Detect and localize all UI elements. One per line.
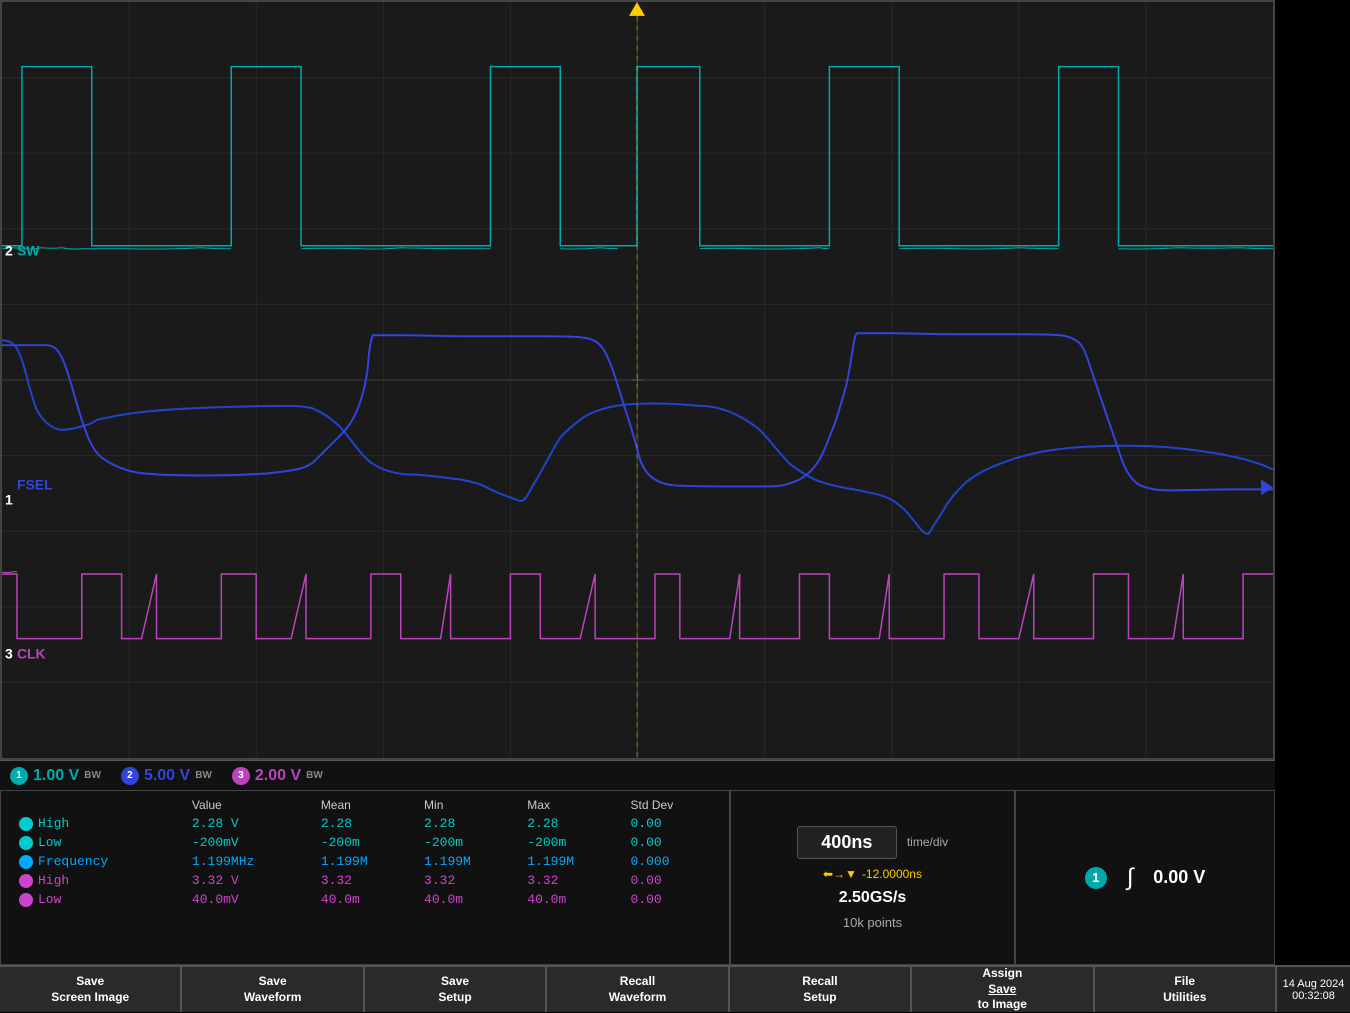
integral-symbol: ∫ xyxy=(1127,864,1134,892)
time-per-div: 400ns xyxy=(797,826,897,859)
ch1-circle: 1 xyxy=(10,767,28,785)
measurement-row: High2.28 V2.282.282.280.00 xyxy=(11,814,719,833)
ch1-volt: 1 1.00 V BW xyxy=(10,767,101,785)
ch2-circle: 2 xyxy=(121,767,139,785)
col-header-value: Value xyxy=(184,796,313,814)
meas-min: 40.0m xyxy=(416,890,519,909)
meas-row-label: High xyxy=(11,814,184,833)
meas-max: -200m xyxy=(519,833,622,852)
svg-text:SW: SW xyxy=(17,243,40,259)
recall-setup-button[interactable]: Recall Setup xyxy=(730,967,912,1012)
timebase-label: time/div xyxy=(907,835,948,849)
save-waveform-button[interactable]: Save Waveform xyxy=(182,967,364,1012)
meas-std: 0.00 xyxy=(623,833,719,852)
right-meas-symbol: ∫ xyxy=(1127,864,1134,892)
ch3-bw: BW xyxy=(306,770,323,781)
meas-value: 1.199MHz xyxy=(184,852,313,871)
time-display: 00:32:08 xyxy=(1292,990,1335,1002)
measurements-panel: Value Mean Min Max Std Dev High2.28 V2.2… xyxy=(0,790,730,965)
svg-text:3: 3 xyxy=(5,646,13,662)
measurement-row: High3.32 V3.323.323.320.00 xyxy=(11,871,719,890)
right-value: 0.00 V xyxy=(1153,867,1205,888)
meas-min: -200m xyxy=(416,833,519,852)
meas-min: 3.32 xyxy=(416,871,519,890)
ch3-circle: 3 xyxy=(232,767,250,785)
meas-std: 0.00 xyxy=(623,871,719,890)
col-header-label xyxy=(11,796,184,814)
meas-std: 0.00 xyxy=(623,890,719,909)
meas-std: 0.00 xyxy=(623,814,719,833)
right-meas-panel: 1 ∫ 0.00 V xyxy=(1015,790,1275,965)
meas-min: 2.28 xyxy=(416,814,519,833)
points-label: 10k points xyxy=(843,915,902,930)
measurement-row: Low40.0mV40.0m40.0m40.0m0.00 xyxy=(11,890,719,909)
col-header-min: Min xyxy=(416,796,519,814)
measurement-row: Low-200mV-200m-200m-200m0.00 xyxy=(11,833,719,852)
ch3-volt: 3 2.00 V BW xyxy=(232,767,323,785)
ch2-voltage: 5.00 V xyxy=(144,767,190,785)
meas-min: 1.199M xyxy=(416,852,519,871)
scope-screen: SW 2 FSEL 1 CLK 3 xyxy=(0,0,1275,760)
right-meas-value: 0.00 V xyxy=(1153,867,1205,888)
measurements-table: Value Mean Min Max Std Dev High2.28 V2.2… xyxy=(11,796,719,909)
meas-mean: 3.32 xyxy=(313,871,416,890)
timebase-row1: 400ns time/div xyxy=(797,826,948,859)
svg-text:2: 2 xyxy=(5,243,13,259)
trigger-offset-val: -12.0000ns xyxy=(862,867,922,881)
save-setup-button[interactable]: Save Setup xyxy=(365,967,547,1012)
info-bar: 1 1.00 V BW 2 5.00 V BW 3 2.00 V BW xyxy=(0,760,1275,790)
meas-mean: -200m xyxy=(313,833,416,852)
button-bar: Save Screen Image Save Waveform Save Set… xyxy=(0,965,1275,1012)
meas-mean: 2.28 xyxy=(313,814,416,833)
svg-text:CLK: CLK xyxy=(17,646,46,662)
right-ch-circle: 1 xyxy=(1085,867,1107,889)
datetime-display: 14 Aug 2024 00:32:08 xyxy=(1275,965,1350,1012)
meas-max: 3.32 xyxy=(519,871,622,890)
meas-std: 0.000 xyxy=(623,852,719,871)
sample-rate-row: 2.50GS/s xyxy=(839,889,907,907)
meas-max: 1.199M xyxy=(519,852,622,871)
meas-row-label: Low xyxy=(11,890,184,909)
col-header-mean: Mean xyxy=(313,796,416,814)
meas-value: -200mV xyxy=(184,833,313,852)
measurement-row: Frequency1.199MHz1.199M1.199M1.199M0.000 xyxy=(11,852,719,871)
ch1-voltage: 1.00 V xyxy=(33,767,79,785)
meas-max: 40.0m xyxy=(519,890,622,909)
col-header-std: Std Dev xyxy=(623,796,719,814)
save-screen-button[interactable]: Save Screen Image xyxy=(0,967,182,1012)
ch2-volt: 2 5.00 V BW xyxy=(121,767,212,785)
meas-value: 40.0mV xyxy=(184,890,313,909)
col-header-max: Max xyxy=(519,796,622,814)
meas-value: 3.32 V xyxy=(184,871,313,890)
trigger-offset: ⬅→▼ -12.0000ns xyxy=(823,867,922,881)
file-utilities-button[interactable]: File Utilities xyxy=(1095,967,1275,1012)
meas-row-label: High xyxy=(11,871,184,890)
assign-bowl-button[interactable]: Assign Save to Image xyxy=(912,967,1094,1012)
ch2-bw: BW xyxy=(195,770,212,781)
meas-mean: 40.0m xyxy=(313,890,416,909)
meas-row-label: Low xyxy=(11,833,184,852)
ch3-voltage: 2.00 V xyxy=(255,767,301,785)
svg-text:1: 1 xyxy=(5,491,13,507)
recall-waveform-button[interactable]: Recall Waveform xyxy=(547,967,729,1012)
svg-text:FSEL: FSEL xyxy=(17,476,53,492)
date-display: 14 Aug 2024 xyxy=(1283,978,1345,990)
right-meas-ch: 1 xyxy=(1085,867,1107,889)
meas-row-label: Frequency xyxy=(11,852,184,871)
meas-value: 2.28 V xyxy=(184,814,313,833)
meas-mean: 1.199M xyxy=(313,852,416,871)
ch1-bw: BW xyxy=(84,770,101,781)
sample-rate: 2.50GS/s xyxy=(839,889,907,907)
meas-max: 2.28 xyxy=(519,814,622,833)
timebase-panel: 400ns time/div ⬅→▼ -12.0000ns 2.50GS/s 1… xyxy=(730,790,1015,965)
